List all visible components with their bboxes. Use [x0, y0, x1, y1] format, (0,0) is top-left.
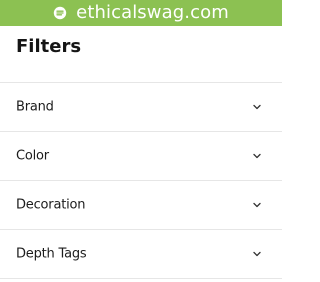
divider: [0, 278, 282, 279]
chevron-down-icon: [253, 153, 261, 159]
filter-section-label: Decoration: [16, 197, 86, 213]
site-banner: ethicalswag.com: [0, 0, 282, 26]
filter-section-label: Brand: [16, 99, 54, 115]
chevron-down-icon: [253, 202, 261, 208]
filter-section-depth-tags[interactable]: Depth Tags: [0, 230, 282, 278]
filter-section-brand[interactable]: Brand: [0, 83, 282, 131]
filter-section-label: Color: [16, 148, 49, 164]
site-name[interactable]: ethicalswag.com: [76, 0, 229, 26]
chevron-down-icon: [253, 104, 261, 110]
filter-section-label: Depth Tags: [16, 246, 87, 262]
ethicalswag-logo-icon: [53, 6, 67, 20]
chevron-down-icon: [253, 251, 261, 257]
filter-section-color[interactable]: Color: [0, 132, 282, 180]
filters-title: Filters: [16, 36, 82, 57]
filter-section-decoration[interactable]: Decoration: [0, 181, 282, 229]
page: ethicalswag.com Filters Brand Color Deco…: [0, 0, 282, 282]
